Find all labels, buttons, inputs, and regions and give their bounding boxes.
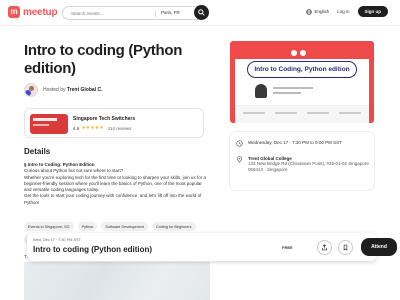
- attend-button[interactable]: Attend: [361, 238, 397, 256]
- cover-footer: [235, 105, 369, 123]
- details-heading: Details: [24, 147, 51, 156]
- meetup-logo-icon: m: [8, 6, 20, 18]
- host-badge-icon: [25, 90, 31, 96]
- tag-python[interactable]: Python: [77, 222, 98, 231]
- cover-text-line: [273, 87, 313, 89]
- signup-button[interactable]: Sign up: [357, 6, 388, 17]
- share-button[interactable]: [317, 240, 332, 255]
- host-info: Hosted by Trent Global C.: [24, 83, 102, 97]
- top-nav-bar: m meetup Paris, FR English Log in Sign u…: [0, 0, 400, 26]
- group-name: Singapore Tech Switchers: [73, 116, 136, 122]
- globe-icon: [306, 8, 313, 15]
- language-label: English: [314, 9, 330, 14]
- cover-header-bar: [235, 47, 369, 59]
- event-title: Intro to coding (Python edition): [24, 42, 183, 77]
- login-link[interactable]: Log in: [337, 9, 349, 14]
- meetup-logo[interactable]: m meetup: [8, 6, 58, 18]
- tag-coding-for-beginners[interactable]: Coding for Beginners: [151, 222, 196, 231]
- cover-footer-line: [307, 112, 329, 114]
- bar-title: Intro to coding (Python edition): [33, 245, 153, 254]
- location-row[interactable]: Trent Global College 133 New Bridge Rd (…: [236, 156, 372, 173]
- group-rating: 4.6 ★★★★★ 114 reviews: [73, 125, 131, 131]
- cover-footer-line: [339, 112, 361, 114]
- logo-text: meetup: [23, 6, 58, 18]
- hosted-by-text: Hosted by Trent Global C.: [43, 87, 102, 93]
- search-divider: [155, 10, 156, 17]
- cover-card: Intro to Coding, Python edition: [235, 47, 369, 123]
- cover-footer-line: [243, 112, 265, 114]
- event-cover-image[interactable]: Intro to Coding, Python edition: [230, 41, 374, 123]
- search-input[interactable]: [71, 9, 129, 18]
- map-preview[interactable]: [24, 262, 210, 300]
- clock-icon: [236, 140, 243, 147]
- cover-footer-line: [275, 112, 297, 114]
- event-info-card: Wednesday, Dec 17 · 7:30 PM to 9:00 PM S…: [230, 132, 374, 190]
- cover-title-box: Intro to Coding, Python edition: [247, 61, 357, 78]
- host-name[interactable]: Trent Global C.: [67, 87, 103, 93]
- event-datetime: Wednesday, Dec 17 · 7:30 PM to 9:00 PM S…: [248, 140, 342, 145]
- cover-title: Intro to Coding, Python edition: [254, 66, 350, 73]
- venue-address: 133 New Bridge Rd (Chinatown Point), #25…: [248, 161, 369, 172]
- location-pin-icon: [237, 156, 242, 163]
- review-count: 114 reviews: [107, 125, 132, 131]
- header-actions: English Log in Sign up: [306, 6, 388, 17]
- bookmark-icon: [343, 244, 348, 251]
- presenter-photo: [255, 84, 267, 98]
- bar-date: Wed, Dec 17 · 7:30 PM SST: [33, 238, 81, 242]
- cover-text-line: [273, 92, 301, 94]
- rating-value: 4.6: [73, 125, 80, 131]
- description-line: Get the tools to start your coding journ…: [24, 193, 202, 205]
- sticky-attend-bar: Wed, Dec 17 · 7:30 PM SST Intro to codin…: [27, 233, 397, 261]
- description-line: Whether you're exploring tech for the fi…: [24, 174, 206, 193]
- group-thumbnail: [30, 114, 68, 134]
- location-text: Trent Global College 133 New Bridge Rd (…: [248, 156, 372, 173]
- search-icon: [198, 9, 205, 16]
- datetime-row[interactable]: Wednesday, Dec 17 · 7:30 PM to 9:00 PM S…: [236, 140, 342, 147]
- star-rating-icon: ★★★★★: [81, 125, 104, 131]
- host-avatar[interactable]: [24, 83, 38, 97]
- tag-software-development[interactable]: Software Development: [101, 222, 148, 231]
- event-description: § Intro to Coding: Python Edition Curiou…: [24, 162, 210, 206]
- save-event-button[interactable]: [338, 240, 353, 255]
- partner-logo-icon: [291, 50, 297, 56]
- cover-logos: [291, 50, 306, 56]
- hosted-by-prefix: Hosted by: [43, 87, 66, 93]
- share-icon: [322, 244, 327, 251]
- price-label: FREE: [282, 245, 293, 250]
- search-button[interactable]: [194, 5, 209, 20]
- partner-logo-icon: [300, 50, 306, 56]
- tag-events-in-singapore[interactable]: Events in Singapore, SG: [24, 222, 74, 231]
- search-bar: Paris, FR: [62, 6, 208, 20]
- location-field[interactable]: Paris, FR: [161, 10, 180, 15]
- group-card[interactable]: Singapore Tech Switchers 4.6 ★★★★★ 114 r…: [24, 108, 204, 138]
- language-selector[interactable]: English: [306, 8, 330, 15]
